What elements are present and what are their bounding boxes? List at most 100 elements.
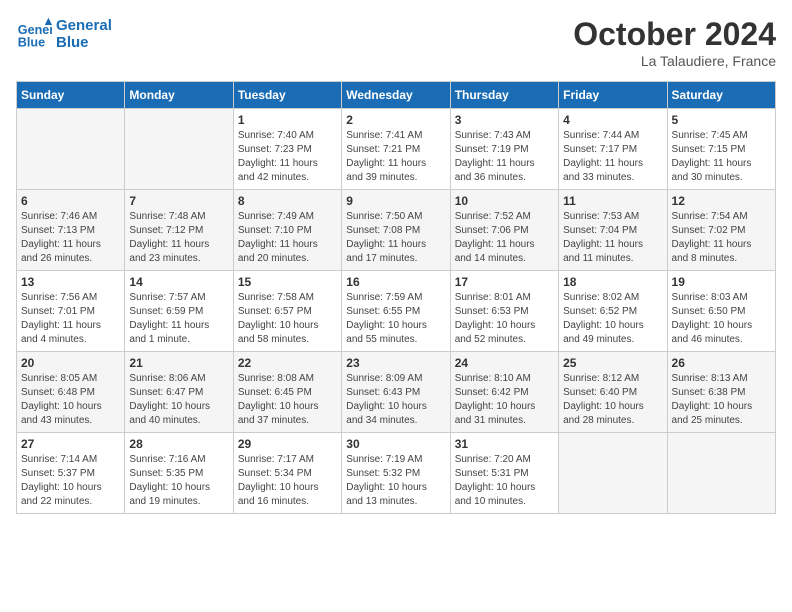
title-block: October 2024 La Talaudiere, France bbox=[573, 16, 776, 69]
day-number: 12 bbox=[672, 194, 771, 208]
calendar-cell: 7 Sunrise: 7:48 AM Sunset: 7:12 PM Daylig… bbox=[125, 190, 233, 271]
calendar-cell: 28Sunrise: 7:16 AM Sunset: 5:35 PM Dayli… bbox=[125, 433, 233, 514]
day-info: Sunrise: 7:17 AM Sunset: 5:34 PM Dayligh… bbox=[238, 453, 337, 509]
calendar-cell: 30Sunrise: 7:19 AM Sunset: 5:32 PM Dayli… bbox=[342, 433, 450, 514]
calendar-cell bbox=[559, 433, 667, 514]
day-info: Sunrise: 7:54 AM Sunset: 7:02 PM Dayligh… bbox=[672, 210, 771, 266]
calendar-cell: 8 Sunrise: 7:49 AM Sunset: 7:10 PM Daylig… bbox=[233, 190, 341, 271]
day-number: 1 bbox=[238, 113, 337, 127]
day-info: Sunrise: 8:09 AM Sunset: 6:43 PM Dayligh… bbox=[346, 372, 445, 428]
day-number: 9 bbox=[346, 194, 445, 208]
logo-general: General bbox=[56, 17, 112, 34]
day-info: Sunrise: 8:02 AM Sunset: 6:52 PM Dayligh… bbox=[563, 291, 662, 347]
calendar-cell: 17 Sunrise: 8:01 AM Sunset: 6:53 PM Dayli… bbox=[450, 271, 558, 352]
day-info: Sunrise: 7:40 AM Sunset: 7:23 PM Dayligh… bbox=[238, 129, 337, 185]
weekday-header-row: SundayMondayTuesdayWednesdayThursdayFrid… bbox=[17, 82, 776, 109]
calendar-cell: 16 Sunrise: 7:59 AM Sunset: 6:55 PM Dayli… bbox=[342, 271, 450, 352]
day-info: Sunrise: 7:59 AM Sunset: 6:55 PM Dayligh… bbox=[346, 291, 445, 347]
day-info: Sunrise: 8:05 AM Sunset: 6:48 PM Dayligh… bbox=[21, 372, 120, 428]
day-info: Sunrise: 7:56 AM Sunset: 7:01 PM Dayligh… bbox=[21, 291, 120, 347]
day-number: 18 bbox=[563, 275, 662, 289]
weekday-thursday: Thursday bbox=[450, 82, 558, 109]
day-info: Sunrise: 8:13 AM Sunset: 6:38 PM Dayligh… bbox=[672, 372, 771, 428]
day-info: Sunrise: 7:46 AM Sunset: 7:13 PM Dayligh… bbox=[21, 210, 120, 266]
weekday-tuesday: Tuesday bbox=[233, 82, 341, 109]
day-info: Sunrise: 8:01 AM Sunset: 6:53 PM Dayligh… bbox=[455, 291, 554, 347]
day-number: 8 bbox=[238, 194, 337, 208]
calendar-cell: 5 Sunrise: 7:45 AM Sunset: 7:15 PM Daylig… bbox=[667, 109, 775, 190]
day-number: 23 bbox=[346, 356, 445, 370]
day-number: 7 bbox=[129, 194, 228, 208]
weekday-sunday: Sunday bbox=[17, 82, 125, 109]
day-info: Sunrise: 7:45 AM Sunset: 7:15 PM Dayligh… bbox=[672, 129, 771, 185]
calendar-cell: 21Sunrise: 8:06 AM Sunset: 6:47 PM Dayli… bbox=[125, 352, 233, 433]
day-number: 30 bbox=[346, 437, 445, 451]
day-info: Sunrise: 7:48 AM Sunset: 7:12 PM Dayligh… bbox=[129, 210, 228, 266]
calendar-cell: 11Sunrise: 7:53 AM Sunset: 7:04 PM Dayli… bbox=[559, 190, 667, 271]
day-info: Sunrise: 7:57 AM Sunset: 6:59 PM Dayligh… bbox=[129, 291, 228, 347]
calendar-cell: 22 Sunrise: 8:08 AM Sunset: 6:45 PM Dayli… bbox=[233, 352, 341, 433]
calendar-cell: 18 Sunrise: 8:02 AM Sunset: 6:52 PM Dayli… bbox=[559, 271, 667, 352]
day-info: Sunrise: 8:10 AM Sunset: 6:42 PM Dayligh… bbox=[455, 372, 554, 428]
calendar-cell: 10Sunrise: 7:52 AM Sunset: 7:06 PM Dayli… bbox=[450, 190, 558, 271]
week-row-2: 6 Sunrise: 7:46 AM Sunset: 7:13 PM Daylig… bbox=[17, 190, 776, 271]
weekday-wednesday: Wednesday bbox=[342, 82, 450, 109]
calendar-body: 1 Sunrise: 7:40 AM Sunset: 7:23 PM Daylig… bbox=[17, 109, 776, 514]
day-info: Sunrise: 8:08 AM Sunset: 6:45 PM Dayligh… bbox=[238, 372, 337, 428]
day-info: Sunrise: 7:43 AM Sunset: 7:19 PM Dayligh… bbox=[455, 129, 554, 185]
page-header: General Blue General Blue October 2024 L… bbox=[16, 16, 776, 69]
calendar-cell: 2 Sunrise: 7:41 AM Sunset: 7:21 PM Daylig… bbox=[342, 109, 450, 190]
location: La Talaudiere, France bbox=[573, 53, 776, 69]
day-number: 6 bbox=[21, 194, 120, 208]
calendar-cell: 14Sunrise: 7:57 AM Sunset: 6:59 PM Dayli… bbox=[125, 271, 233, 352]
calendar-cell: 1 Sunrise: 7:40 AM Sunset: 7:23 PM Daylig… bbox=[233, 109, 341, 190]
calendar-cell: 23 Sunrise: 8:09 AM Sunset: 6:43 PM Dayli… bbox=[342, 352, 450, 433]
logo-blue: Blue bbox=[56, 34, 112, 51]
day-number: 29 bbox=[238, 437, 337, 451]
calendar-cell: 6 Sunrise: 7:46 AM Sunset: 7:13 PM Daylig… bbox=[17, 190, 125, 271]
day-number: 22 bbox=[238, 356, 337, 370]
svg-text:Blue: Blue bbox=[18, 36, 45, 50]
day-info: Sunrise: 7:41 AM Sunset: 7:21 PM Dayligh… bbox=[346, 129, 445, 185]
day-number: 17 bbox=[455, 275, 554, 289]
calendar-cell bbox=[125, 109, 233, 190]
day-number: 16 bbox=[346, 275, 445, 289]
day-number: 3 bbox=[455, 113, 554, 127]
week-row-4: 20 Sunrise: 8:05 AM Sunset: 6:48 PM Dayli… bbox=[17, 352, 776, 433]
calendar-cell bbox=[667, 433, 775, 514]
day-number: 15 bbox=[238, 275, 337, 289]
day-number: 31 bbox=[455, 437, 554, 451]
day-number: 28 bbox=[129, 437, 228, 451]
day-info: Sunrise: 7:52 AM Sunset: 7:06 PM Dayligh… bbox=[455, 210, 554, 266]
calendar-cell: 31 Sunrise: 7:20 AM Sunset: 5:31 PM Dayli… bbox=[450, 433, 558, 514]
week-row-5: 27Sunrise: 7:14 AM Sunset: 5:37 PM Dayli… bbox=[17, 433, 776, 514]
day-number: 11 bbox=[563, 194, 662, 208]
calendar-cell: 29 Sunrise: 7:17 AM Sunset: 5:34 PM Dayli… bbox=[233, 433, 341, 514]
calendar-cell: 24 Sunrise: 8:10 AM Sunset: 6:42 PM Dayli… bbox=[450, 352, 558, 433]
calendar-cell: 9 Sunrise: 7:50 AM Sunset: 7:08 PM Daylig… bbox=[342, 190, 450, 271]
calendar-cell: 25Sunrise: 8:12 AM Sunset: 6:40 PM Dayli… bbox=[559, 352, 667, 433]
day-number: 26 bbox=[672, 356, 771, 370]
day-info: Sunrise: 8:03 AM Sunset: 6:50 PM Dayligh… bbox=[672, 291, 771, 347]
day-number: 21 bbox=[129, 356, 228, 370]
day-number: 24 bbox=[455, 356, 554, 370]
logo-icon: General Blue bbox=[16, 16, 52, 52]
day-info: Sunrise: 7:20 AM Sunset: 5:31 PM Dayligh… bbox=[455, 453, 554, 509]
day-info: Sunrise: 7:44 AM Sunset: 7:17 PM Dayligh… bbox=[563, 129, 662, 185]
day-number: 20 bbox=[21, 356, 120, 370]
month-title: October 2024 bbox=[573, 16, 776, 53]
day-number: 2 bbox=[346, 113, 445, 127]
day-number: 5 bbox=[672, 113, 771, 127]
calendar-cell: 26 Sunrise: 8:13 AM Sunset: 6:38 PM Dayli… bbox=[667, 352, 775, 433]
logo: General Blue General Blue bbox=[16, 16, 112, 52]
weekday-monday: Monday bbox=[125, 82, 233, 109]
day-info: Sunrise: 7:58 AM Sunset: 6:57 PM Dayligh… bbox=[238, 291, 337, 347]
day-info: Sunrise: 7:50 AM Sunset: 7:08 PM Dayligh… bbox=[346, 210, 445, 266]
calendar-cell: 13 Sunrise: 7:56 AM Sunset: 7:01 PM Dayli… bbox=[17, 271, 125, 352]
weekday-friday: Friday bbox=[559, 82, 667, 109]
weekday-saturday: Saturday bbox=[667, 82, 775, 109]
day-info: Sunrise: 7:49 AM Sunset: 7:10 PM Dayligh… bbox=[238, 210, 337, 266]
day-number: 25 bbox=[563, 356, 662, 370]
calendar-cell: 27Sunrise: 7:14 AM Sunset: 5:37 PM Dayli… bbox=[17, 433, 125, 514]
day-number: 13 bbox=[21, 275, 120, 289]
